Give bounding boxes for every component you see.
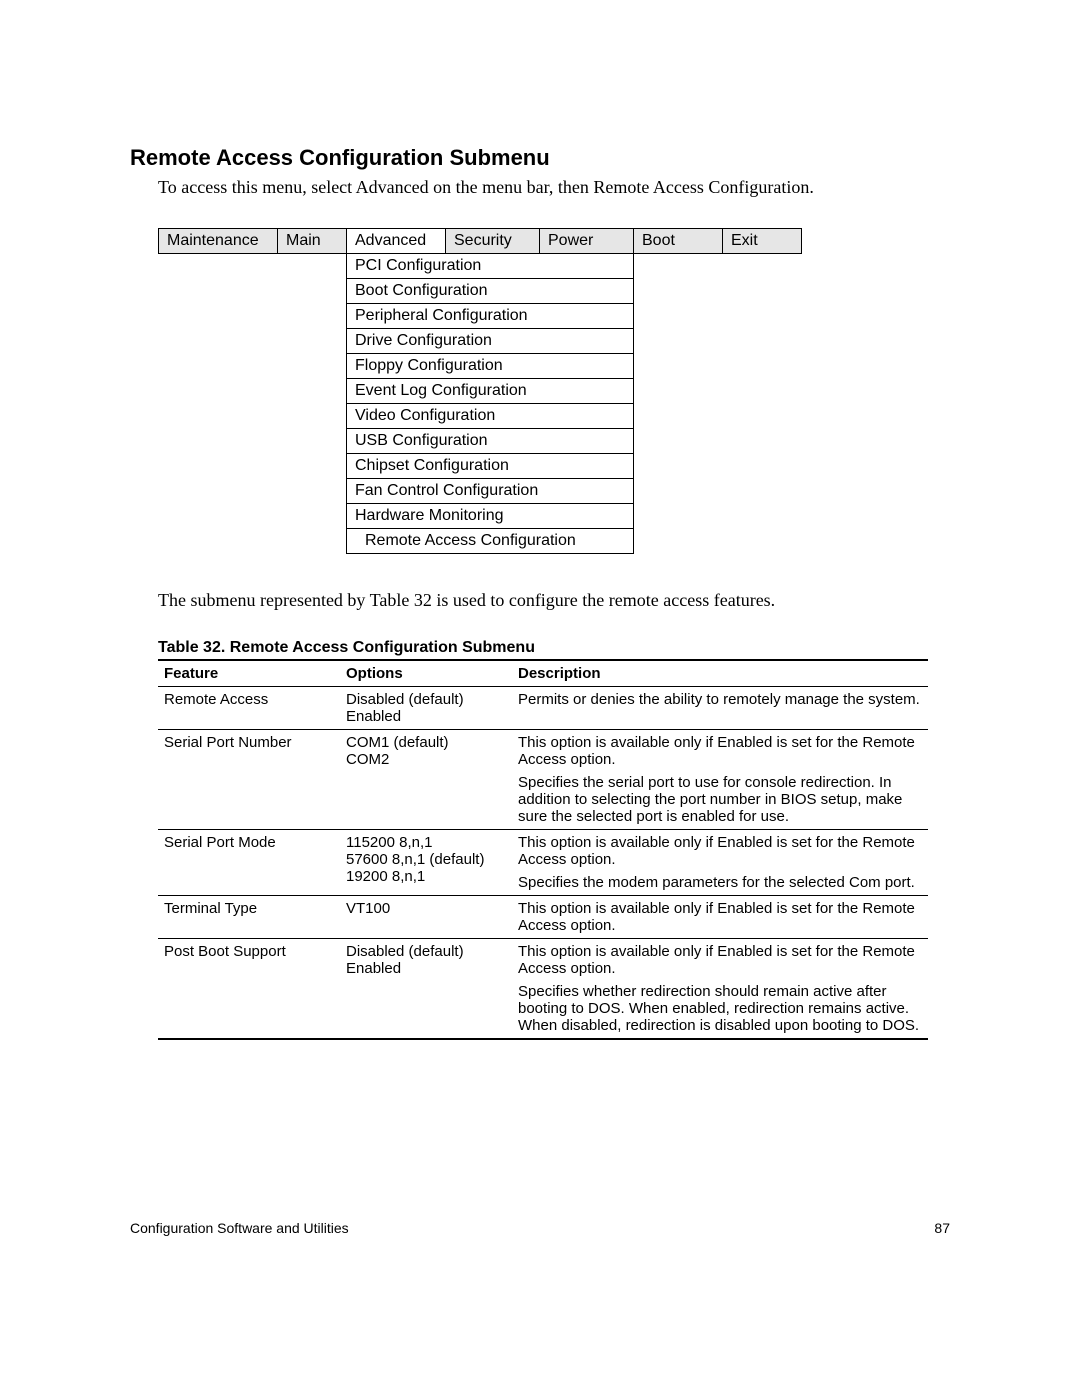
table-cell-feature: Serial Port Mode xyxy=(158,830,340,896)
footer-left: Configuration Software and Utilities xyxy=(130,1220,349,1236)
table-cell-description: This option is available only if Enabled… xyxy=(512,830,928,896)
table-cell-feature: Post Boot Support xyxy=(158,939,340,1040)
table-cell-options: Disabled (default) Enabled xyxy=(340,687,512,730)
tab-main: Main xyxy=(278,229,347,254)
tab-security: Security xyxy=(446,229,540,254)
table-cell-description: This option is available only if Enabled… xyxy=(512,896,928,939)
table-cell-feature: Serial Port Number xyxy=(158,730,340,830)
col-description: Description xyxy=(512,660,928,687)
tab-power: Power xyxy=(540,229,634,254)
table-cell-options: Disabled (default) Enabled xyxy=(340,939,512,1040)
configuration-table: Feature Options Description Remote Acces… xyxy=(158,659,928,1040)
footer-page-number: 87 xyxy=(934,1220,950,1236)
table-cell-description: Permits or denies the ability to remotel… xyxy=(512,687,928,730)
table-cell-feature: Terminal Type xyxy=(158,896,340,939)
note-paragraph: The submenu represented by Table 32 is u… xyxy=(158,590,950,611)
submenu-item: Drive Configuration xyxy=(347,329,634,354)
table-cell-options: 115200 8,n,1 57600 8,n,1 (default) 19200… xyxy=(340,830,512,896)
submenu-item: Boot Configuration xyxy=(347,279,634,304)
submenu-item: Chipset Configuration xyxy=(347,454,634,479)
submenu-item: Floppy Configuration xyxy=(347,354,634,379)
table-cell-options: COM1 (default) COM2 xyxy=(340,730,512,830)
submenu-item: USB Configuration xyxy=(347,429,634,454)
submenu-item: Hardware Monitoring xyxy=(347,504,634,529)
tab-exit: Exit xyxy=(723,229,802,254)
col-feature: Feature xyxy=(158,660,340,687)
intro-paragraph: To access this menu, select Advanced on … xyxy=(158,177,950,198)
table-cell-description: This option is available only if Enabled… xyxy=(512,939,928,1040)
tab-maintenance: Maintenance xyxy=(159,229,278,254)
section-heading: Remote Access Configuration Submenu xyxy=(130,145,950,171)
submenu-item: Video Configuration xyxy=(347,404,634,429)
submenu-item: PCI Configuration xyxy=(347,254,634,279)
tab-boot: Boot xyxy=(634,229,723,254)
tab-advanced: Advanced xyxy=(347,229,446,254)
bios-menu-layout: Maintenance Main Advanced Security Power… xyxy=(158,228,802,554)
submenu-item: Fan Control Configuration xyxy=(347,479,634,504)
table-caption: Table 32. Remote Access Configuration Su… xyxy=(158,639,950,657)
table-cell-feature: Remote Access xyxy=(158,687,340,730)
submenu-item-current: Remote Access Configuration xyxy=(347,529,634,554)
col-options: Options xyxy=(340,660,512,687)
submenu-item: Event Log Configuration xyxy=(347,379,634,404)
table-cell-options: VT100 xyxy=(340,896,512,939)
submenu-item: Peripheral Configuration xyxy=(347,304,634,329)
table-cell-description: This option is available only if Enabled… xyxy=(512,730,928,830)
